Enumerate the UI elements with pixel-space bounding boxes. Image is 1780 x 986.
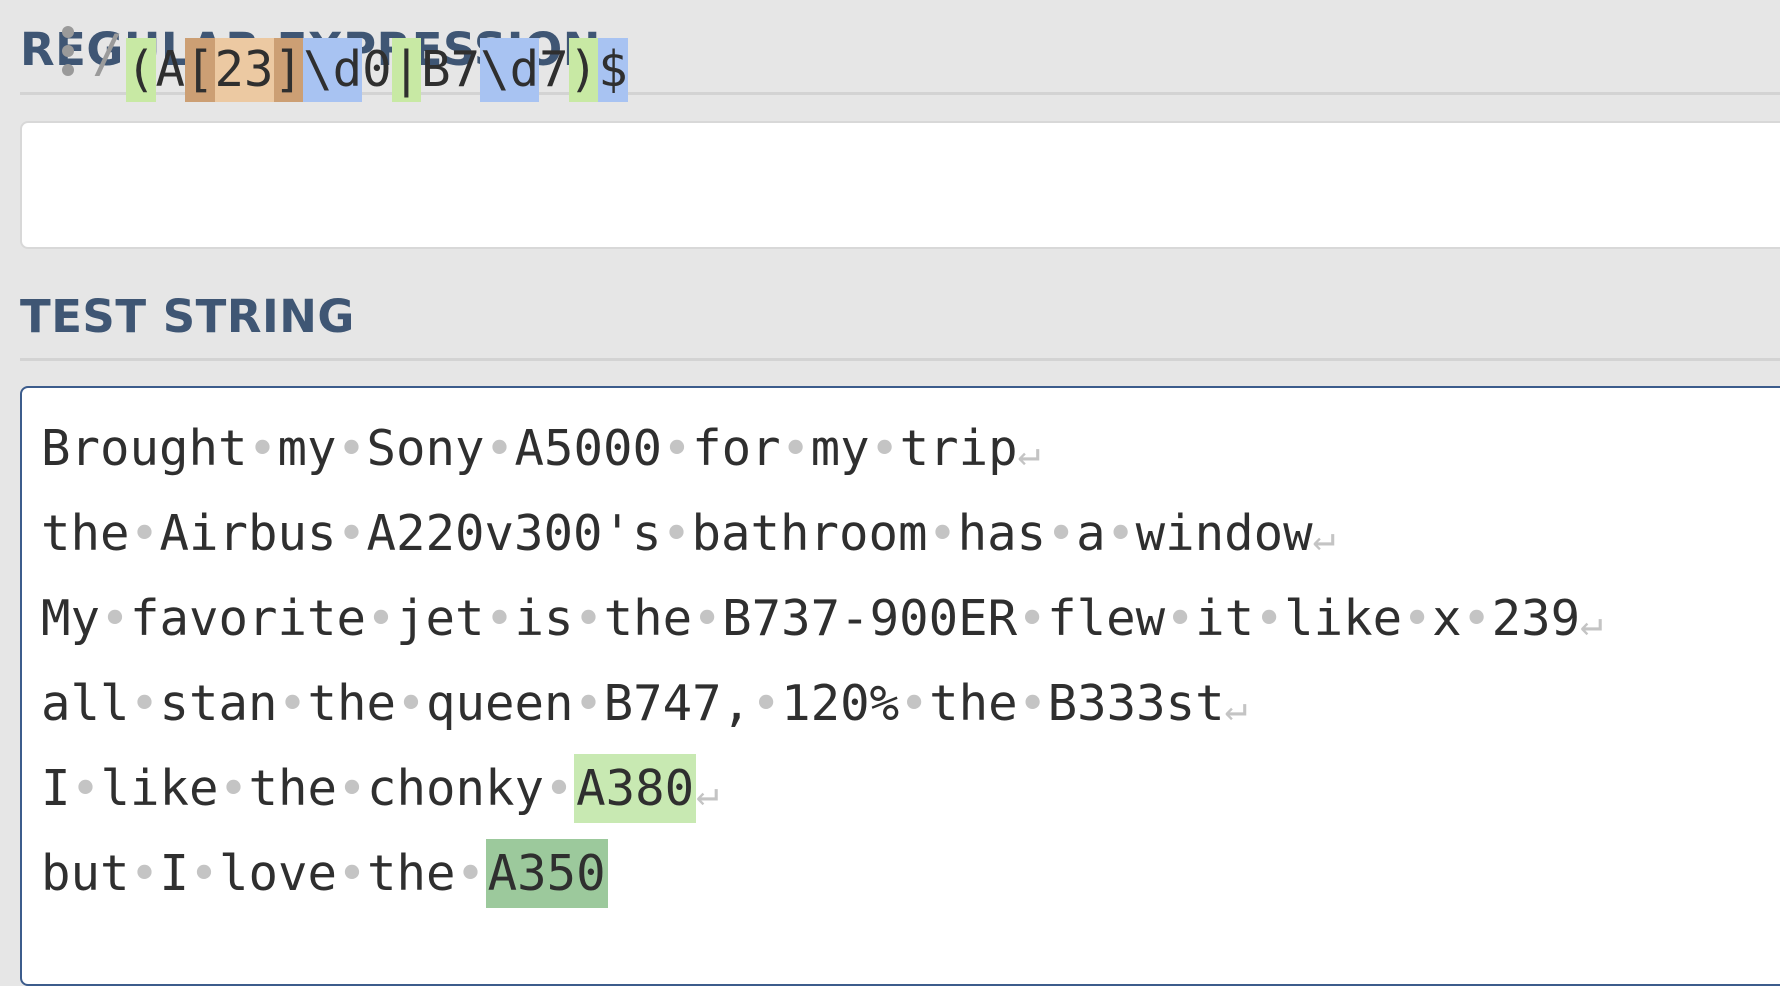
regex-delimiter: / [92,24,124,84]
test-line: MyfavoritejetistheB737-900ERflewitlikex2… [41,584,1603,669]
whitespace-dot [870,414,900,484]
regex-token-group: ( [126,38,156,102]
newline-icon: ↵ [1224,685,1248,729]
whitespace-dot [781,414,811,484]
newline-icon: ↵ [1017,430,1041,474]
text-segment: allstanthequeenB747,120%theB333st [41,675,1225,732]
regex-token-set-bracket: ] [273,38,304,102]
match-highlight: A380 [574,754,697,823]
whitespace-dot [485,414,515,484]
whitespace-dot [456,839,486,909]
whitespace-dot [337,499,367,569]
drag-handle-icon[interactable] [62,26,74,76]
test-line: butIlovetheA350 [41,839,1603,924]
whitespace-dot [751,669,781,739]
whitespace-dot [100,584,130,654]
test-section-divider [20,358,1780,361]
regex-token-escape: $ [598,38,628,102]
whitespace-dot [692,584,722,654]
regex-token-escape: \d [303,38,363,102]
whitespace-dot [130,669,160,739]
whitespace-dot [130,499,160,569]
whitespace-dot [396,669,426,739]
whitespace-dot [485,584,515,654]
test-section-title: TEST STRING [20,290,355,343]
whitespace-dot [1046,499,1076,569]
text-segment: theAirbusA220v300'sbathroomhasawindow [41,505,1313,562]
whitespace-dot [574,584,604,654]
newline-icon: ↵ [1580,600,1604,644]
test-string-lines[interactable]: BroughtmySonyA5000formytrip↵theAirbusA22… [41,414,1603,924]
test-line: allstanthequeenB747,120%theB333st↵ [41,669,1603,754]
whitespace-dot [71,754,101,824]
whitespace-dot [899,669,929,739]
whitespace-dot [219,754,249,824]
whitespace-dot [1106,499,1136,569]
text-segment: Ilikethechonky [41,760,574,817]
regex-token-alternation: | [391,38,422,102]
test-line: theAirbusA220v300'sbathroomhasawindow↵ [41,499,1603,584]
test-line: IlikethechonkyA380↵ [41,754,1603,839]
whitespace-dot [337,414,367,484]
whitespace-dot [544,754,574,824]
whitespace-dot [662,499,692,569]
regex-token-escape: \d [480,38,540,102]
whitespace-dot [1017,584,1047,654]
regex-token-literal: A [155,41,186,98]
test-line: BroughtmySonyA5000formytrip↵ [41,414,1603,499]
whitespace-dot [928,499,958,569]
whitespace-dot [574,669,604,739]
whitespace-dot [662,414,692,484]
newline-icon: ↵ [696,770,719,814]
whitespace-dot [1402,584,1432,654]
whitespace-dot [1462,584,1492,654]
match-highlight: A350 [485,839,608,908]
whitespace-dot [1254,584,1284,654]
whitespace-dot [337,839,367,909]
regex-token-set: 23 [214,38,274,102]
whitespace-dot [337,754,367,824]
regex-token-literal: 7 [539,41,569,98]
regex-token-literal: B7 [421,41,481,98]
newline-icon: ↵ [1312,515,1336,559]
regex-token-group: ) [568,38,599,102]
whitespace-dot [130,839,160,909]
whitespace-dot [1018,669,1048,739]
whitespace-dot [189,839,219,909]
text-segment: MyfavoritejetistheB737-900ERflewitlikex2… [41,590,1580,647]
regex-token-set-bracket: [ [185,38,215,102]
whitespace-dot [1165,584,1195,654]
text-segment: butIlovethe [41,845,486,902]
text-segment: BroughtmySonyA5000formytrip [41,420,1018,477]
regex-expression[interactable]: (A[23] \d 0 | B7 \d 7) $ [126,38,628,102]
regex-token-literal: 0 [362,41,392,98]
whitespace-dot [366,584,396,654]
whitespace-dot [278,669,308,739]
whitespace-dot [248,414,278,484]
regex-input-box[interactable] [20,121,1780,249]
